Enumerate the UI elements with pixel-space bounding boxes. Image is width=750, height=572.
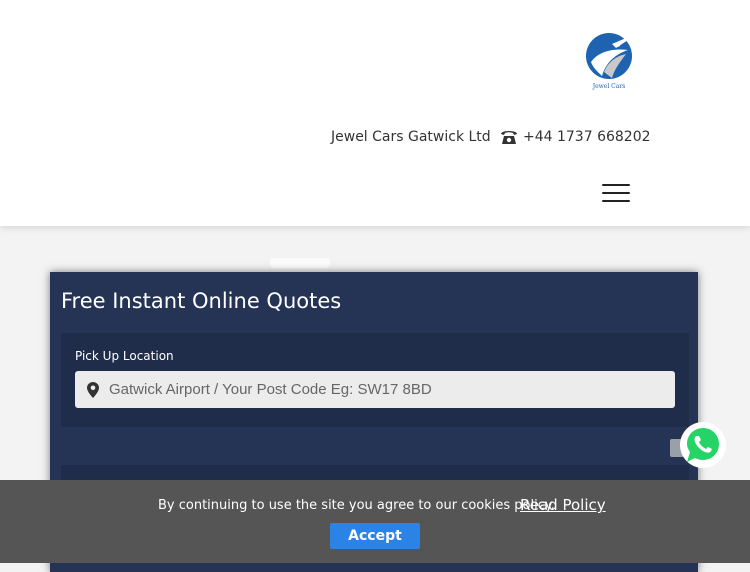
pickup-label: Pick Up Location — [75, 349, 174, 363]
cookie-message: By continuing to use the site you agree … — [158, 498, 555, 513]
telephone-icon — [501, 131, 517, 144]
whatsapp-glyph — [680, 422, 726, 468]
quote-card-title: Free Instant Online Quotes — [61, 289, 342, 313]
pickup-input[interactable] — [107, 380, 651, 399]
phone-number: +44 1737 668202 — [523, 129, 651, 145]
company-logo[interactable]: Jewel Cars — [582, 32, 636, 92]
menu-line — [602, 192, 630, 194]
menu-line — [602, 184, 630, 186]
menu-line — [602, 200, 630, 202]
cookie-consent-bar: By continuing to use the site you agree … — [0, 480, 750, 563]
site-header: Jewel Cars Jewel Cars Gatwick Ltd +44 17… — [0, 0, 750, 226]
logo-text: Jewel Cars — [592, 83, 626, 90]
read-policy-link[interactable]: Read Policy — [520, 496, 606, 514]
pickup-panel: Pick Up Location — [61, 333, 689, 427]
pickup-input-wrapper[interactable] — [75, 371, 675, 408]
whatsapp-icon[interactable] — [679, 421, 727, 469]
company-name: Jewel Cars Gatwick Ltd — [331, 129, 491, 145]
logo-icon: Jewel Cars — [586, 33, 632, 90]
accept-cookies-button[interactable]: Accept — [330, 523, 420, 549]
hamburger-menu-icon[interactable] — [602, 184, 630, 206]
phone-contact[interactable]: +44 1737 668202 — [500, 129, 651, 145]
background-decoration — [270, 258, 330, 268]
map-pin-icon — [87, 381, 99, 398]
